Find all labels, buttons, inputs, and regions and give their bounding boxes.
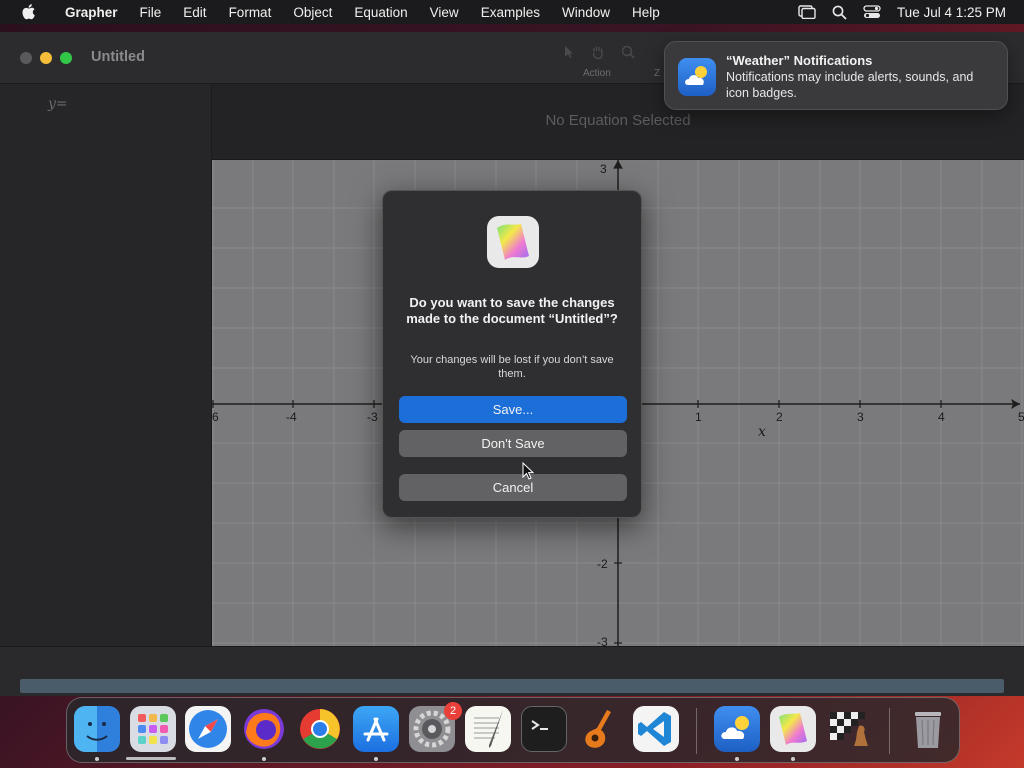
x-tick-label: 4: [938, 410, 945, 424]
hand-tool-icon[interactable]: [590, 44, 606, 60]
weather-app-icon: [678, 58, 716, 96]
garageband-icon[interactable]: [577, 706, 623, 752]
dock-separator: [696, 708, 697, 754]
minimize-window-button[interactable]: [40, 52, 52, 64]
menu-help[interactable]: Help: [621, 5, 671, 20]
x-tick-label: -3: [367, 410, 378, 424]
window-bottom-bar: [0, 646, 1024, 696]
equation-sidebar: y= +: [0, 84, 212, 696]
save-changes-dialog: Do you want to save the changes made to …: [382, 190, 642, 518]
dont-save-button[interactable]: Don't Save: [399, 430, 627, 457]
control-center-icon[interactable]: [863, 5, 881, 19]
textedit-icon[interactable]: [465, 706, 511, 752]
vscode-icon[interactable]: [633, 706, 679, 752]
mouse-cursor-icon: [522, 462, 534, 480]
running-indicator: [735, 757, 739, 761]
finder-icon[interactable]: [74, 706, 120, 752]
y-tick-label: -3: [597, 635, 608, 646]
menu-app-name[interactable]: Grapher: [54, 5, 129, 20]
menu-bar: Grapher File Edit Format Object Equation…: [0, 0, 1024, 24]
weather-notification[interactable]: “Weather” Notifications Notifications ma…: [664, 41, 1008, 110]
chess-icon[interactable]: [826, 706, 872, 752]
x-tick-label: 6: [212, 410, 219, 424]
x-tick-label: 3: [857, 410, 864, 424]
apple-menu-icon[interactable]: [18, 4, 40, 20]
running-indicator: [374, 757, 378, 761]
menu-equation[interactable]: Equation: [343, 5, 418, 20]
zoom-tool-icon[interactable]: [620, 44, 636, 60]
dialog-headline: Do you want to save the changes made to …: [406, 295, 618, 326]
menu-view[interactable]: View: [419, 5, 470, 20]
save-button[interactable]: Save...: [399, 396, 627, 423]
dock-separator: [889, 708, 890, 754]
y-tick-label: 3: [600, 162, 607, 176]
menu-examples[interactable]: Examples: [470, 5, 551, 20]
chrome-icon[interactable]: [297, 706, 343, 752]
menu-window[interactable]: Window: [551, 5, 621, 20]
toolbar-label-zoom: Z: [654, 68, 661, 79]
x-tick-label: 2: [776, 410, 783, 424]
no-equation-label: No Equation Selected: [545, 112, 691, 129]
launchpad-icon[interactable]: [130, 706, 176, 752]
trash-icon[interactable]: [905, 706, 951, 752]
grapher-app-icon: [487, 216, 539, 268]
weather-icon[interactable]: [714, 706, 760, 752]
notification-title: “Weather” Notifications: [726, 53, 873, 68]
dock: 2: [66, 697, 960, 763]
toolbar-icons: [560, 44, 636, 60]
menu-bar-clock[interactable]: Tue Jul 4 1:25 PM: [897, 5, 1006, 20]
dialog-subtext: Your changes will be lost if you don’t s…: [410, 354, 614, 380]
close-window-button[interactable]: [20, 52, 32, 64]
dock-scroll-indicator: [126, 757, 176, 760]
safari-icon[interactable]: [185, 706, 231, 752]
x-tick-label: 5: [1018, 410, 1024, 424]
pointer-tool-icon[interactable]: [560, 44, 576, 60]
toolbar-label-action: Action: [583, 68, 611, 79]
menu-bar-extras: Tue Jul 4 1:25 PM: [798, 5, 1024, 20]
running-indicator: [262, 757, 266, 761]
x-axis-label: x: [758, 424, 766, 440]
bottom-strip: [20, 679, 1004, 693]
firefox-icon[interactable]: [241, 706, 287, 752]
settings-badge: 2: [444, 702, 462, 720]
window-title: Untitled: [91, 49, 145, 65]
spotlight-search-icon[interactable]: [832, 5, 847, 20]
menu-object[interactable]: Object: [282, 5, 343, 20]
running-indicator: [791, 757, 795, 761]
y-tick-label: -2: [597, 557, 608, 571]
terminal-icon[interactable]: [521, 706, 567, 752]
grapher-icon[interactable]: [770, 706, 816, 752]
menu-edit[interactable]: Edit: [172, 5, 217, 20]
cancel-button[interactable]: Cancel: [399, 474, 627, 501]
menu-file[interactable]: File: [129, 5, 173, 20]
equation-placeholder[interactable]: y=: [48, 96, 68, 112]
menu-format[interactable]: Format: [218, 5, 283, 20]
zoom-window-button[interactable]: [60, 52, 72, 64]
x-tick-label: -4: [286, 410, 297, 424]
x-tick-label: 1: [695, 410, 702, 424]
app-store-icon[interactable]: [353, 706, 399, 752]
screen-mirroring-icon[interactable]: [798, 5, 816, 19]
notification-body: Notifications may include alerts, sounds…: [726, 70, 974, 100]
running-indicator: [95, 757, 99, 761]
